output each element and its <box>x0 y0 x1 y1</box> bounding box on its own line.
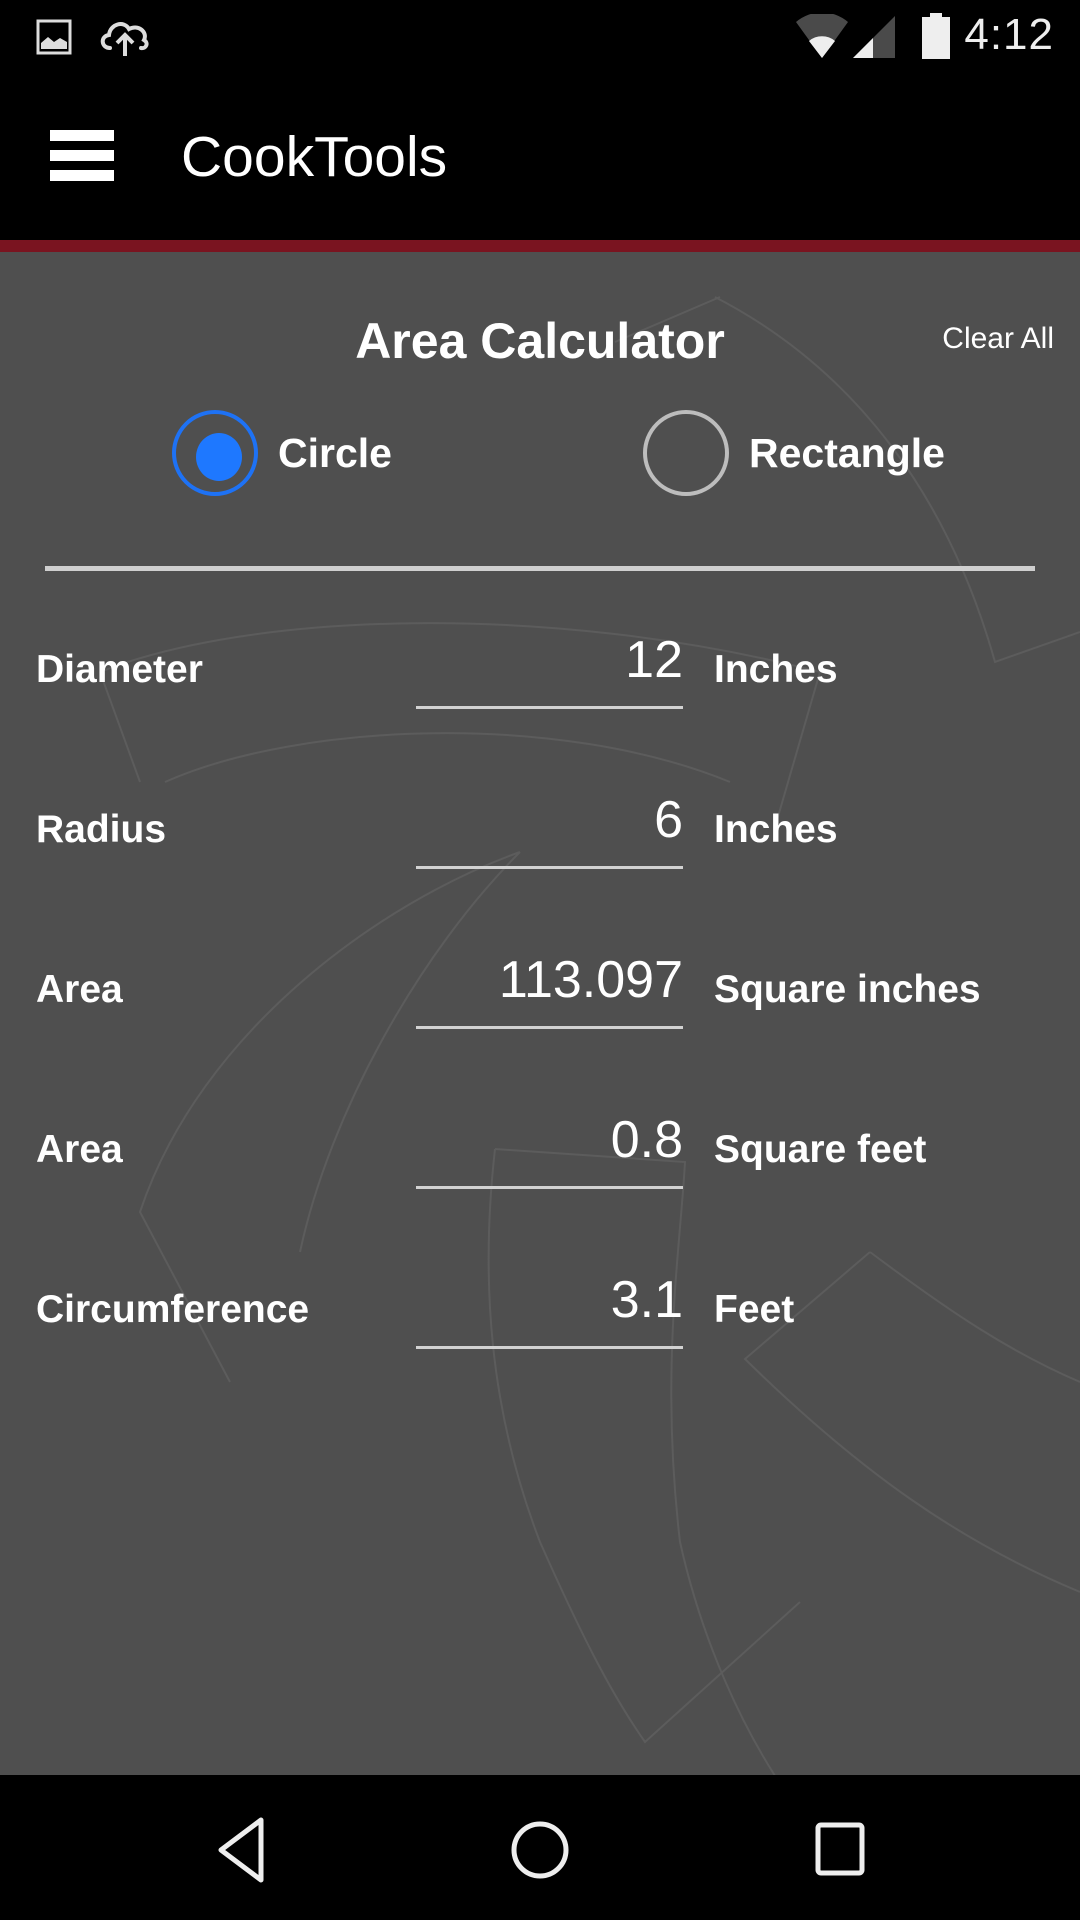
circumference-row: Circumference 3.1 Feet <box>0 1266 1080 1386</box>
field-label: Diameter <box>36 648 203 691</box>
field-value[interactable]: 6 <box>654 790 683 850</box>
area-square-feet-input[interactable]: 0.8 <box>416 1106 683 1189</box>
recents-icon[interactable] <box>800 1815 880 1885</box>
hamburger-menu-icon[interactable] <box>50 130 114 182</box>
radio-circle-label: Circle <box>278 429 392 476</box>
app-bar: CookTools <box>0 74 1080 240</box>
radio-unselected-icon[interactable] <box>643 410 729 496</box>
radio-rectangle-label: Rectangle <box>749 429 945 476</box>
accent-strip <box>0 240 1080 252</box>
page-title: Area Calculator <box>355 313 725 369</box>
radio-selected-icon[interactable] <box>172 410 258 496</box>
unit-label: Feet <box>714 1288 795 1331</box>
radio-rectangle[interactable]: Rectangle <box>643 406 945 500</box>
back-icon[interactable] <box>200 1815 280 1885</box>
circumference-input[interactable]: 3.1 <box>416 1266 683 1349</box>
divider <box>45 566 1035 571</box>
field-label: Area <box>36 968 123 1011</box>
cell-signal-icon <box>853 16 895 58</box>
unit-label: Inches <box>714 648 838 691</box>
field-value[interactable]: 12 <box>625 630 683 690</box>
area-square-feet-row: Area 0.8 Square feet <box>0 1106 1080 1226</box>
unit-label: Inches <box>714 808 838 851</box>
radius-row: Radius 6 Inches <box>0 786 1080 906</box>
field-value[interactable]: 3.1 <box>611 1270 683 1330</box>
field-value[interactable]: 0.8 <box>611 1110 683 1170</box>
clock: 4:12 <box>964 10 1054 59</box>
diameter-row: Diameter 12 Inches <box>0 626 1080 746</box>
app-title: CookTools <box>181 125 448 189</box>
system-nav-bar <box>0 1775 1080 1920</box>
field-label: Radius <box>36 808 167 851</box>
battery-icon <box>922 13 950 59</box>
diameter-input[interactable]: 12 <box>416 626 683 709</box>
unit-label: Square inches <box>714 968 981 1011</box>
field-label: Area <box>36 1128 123 1171</box>
home-icon[interactable] <box>500 1815 580 1885</box>
field-label: Circumference <box>36 1288 310 1331</box>
area-square-inches-row: Area 113.097 Square inches <box>0 946 1080 1066</box>
radio-circle[interactable]: Circle <box>172 406 392 500</box>
radius-input[interactable]: 6 <box>416 786 683 869</box>
area-calculator-panel: Area Calculator Clear All Circle Rectang… <box>0 252 1080 1775</box>
wifi-icon <box>796 14 848 58</box>
area-square-inches-input[interactable]: 113.097 <box>416 946 683 1029</box>
clear-all-button[interactable]: Clear All <box>942 322 1054 356</box>
unit-label: Square feet <box>714 1128 927 1171</box>
status-bar: 4:12 <box>0 0 1080 74</box>
cloud-upload-icon <box>100 22 149 56</box>
field-value[interactable]: 113.097 <box>499 950 683 1010</box>
image-notification-icon <box>36 19 72 55</box>
